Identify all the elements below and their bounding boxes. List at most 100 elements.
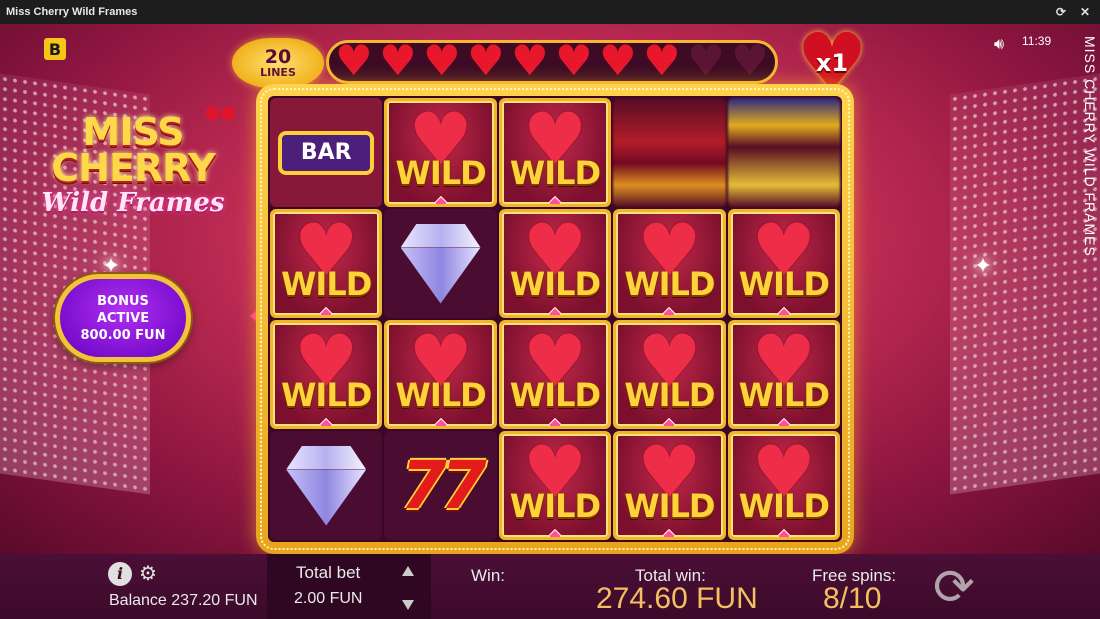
total-win-value: 274.60 FUN <box>596 582 758 615</box>
gem-icon <box>547 306 563 315</box>
bonus-active-badge[interactable]: BONUS ACTIVE 800.00 FUN <box>55 274 191 362</box>
gem-icon <box>776 306 791 315</box>
wild-label: WILD <box>281 265 372 303</box>
progress-heart-icon: ♥ <box>511 40 549 84</box>
progress-heart-icon: ♥ <box>555 40 593 84</box>
bet-decrease-icon[interactable] <box>402 600 414 610</box>
wild-symbol: ♥ WILD <box>270 320 383 429</box>
sparkle-icon: ✦ <box>973 254 993 279</box>
wild-symbol: ♥ WILD <box>384 320 497 429</box>
sevens-symbol: 77 <box>384 431 497 540</box>
wild-symbol: ♥ WILD <box>270 209 383 318</box>
close-icon[interactable]: ✕ <box>1080 4 1090 20</box>
wild-symbol: ♥ WILD <box>613 320 726 429</box>
gem-icon <box>547 417 563 426</box>
spinning-reel-cell <box>727 98 840 207</box>
wild-label: WILD <box>281 376 372 414</box>
gear-icon[interactable]: ⚙ <box>139 563 157 585</box>
gem-icon <box>547 528 563 537</box>
info-icon[interactable]: i <box>108 562 132 586</box>
diamond-symbol <box>384 209 497 318</box>
wild-symbol: ♥ WILD <box>498 431 612 540</box>
wild-label: WILD <box>624 265 715 303</box>
diamond-symbol <box>270 431 383 540</box>
reel-grid[interactable]: BAR ♥ WILD ♥ WILD ♥ WILD ♥ WILD ♥ WILD ♥ WILD ♥ WILD ♥ W… <box>268 96 842 542</box>
wild-symbol: ♥ WILD <box>727 209 840 318</box>
free-spins-value: 8/10 <box>823 582 882 615</box>
wild-label: WILD <box>395 154 487 192</box>
lines-count: 20 <box>264 45 292 68</box>
progress-heart-icon: ♥ <box>335 40 373 84</box>
gem-icon <box>319 306 334 315</box>
window-titlebar: Miss Cherry Wild Frames ⟳ ✕ <box>0 0 1100 24</box>
balance: Balance 237.20 FUN <box>109 592 258 609</box>
bottom-bar: i ⚙ Balance 237.20 FUN Total bet 2.00 FU… <box>0 554 1100 619</box>
wild-symbol: ♥ WILD <box>727 320 840 429</box>
progress-heart-icon: ♥ <box>643 40 681 84</box>
wild-label: WILD <box>509 154 601 192</box>
progress-heart-icon: ♥ <box>379 40 417 84</box>
gem-icon <box>547 195 563 204</box>
wild-label: WILD <box>624 376 715 414</box>
bonus-line-2: ACTIVE <box>96 310 150 326</box>
progress-heart-icon: ♥ <box>731 40 769 84</box>
bar-label: BAR <box>278 130 375 175</box>
gem-icon <box>433 417 448 426</box>
wild-label: WILD <box>738 487 830 525</box>
bonus-line-1: BONUS <box>97 293 149 309</box>
game-logo: ●● MISS CHERRY Wild Frames <box>28 102 238 218</box>
brand-logo-icon: B <box>44 38 66 60</box>
clock: 11:39 <box>1022 34 1052 48</box>
progress-heart-icon: ♥ <box>687 40 725 84</box>
logo-line-cherry: CHERRY <box>51 146 216 190</box>
gem-icon <box>776 528 791 537</box>
sevens-label: 77 <box>400 447 487 524</box>
spin-button[interactable]: ⟳ <box>924 562 984 614</box>
wild-label: WILD <box>509 376 601 414</box>
wild-symbol: ♥ WILD <box>613 209 726 318</box>
game-stage: ✦ ✦ B ●● MISS CHERRY Wild Frames BONUS A… <box>0 24 1100 554</box>
logo-line-wild-frames: Wild Frames <box>41 188 225 218</box>
total-bet-label: Total bet <box>296 563 361 582</box>
diamond-icon <box>276 445 376 526</box>
wild-symbol: ♥ WILD <box>727 431 840 540</box>
stage-light-right <box>950 73 1100 495</box>
bonus-amount: 800.00 FUN <box>80 327 166 343</box>
gem-icon <box>776 417 791 426</box>
progress-heart-icon: ♥ <box>599 40 637 84</box>
lines-label: LINES <box>260 65 296 79</box>
window-title: Miss Cherry Wild Frames <box>6 6 138 18</box>
refresh-window-icon[interactable]: ⟳ <box>1056 4 1066 20</box>
wild-label: WILD <box>395 376 487 414</box>
total-bet-value: 2.00 FUN <box>294 590 363 607</box>
progress-heart-icon: ♥ <box>423 40 461 84</box>
gem-icon <box>662 528 677 537</box>
wild-label: WILD <box>509 265 601 303</box>
wild-label: WILD <box>738 376 830 414</box>
wild-symbol: ♥ WILD <box>498 209 612 318</box>
wild-symbol: ♥ WILD <box>498 98 612 207</box>
wild-label: WILD <box>624 487 715 525</box>
wild-label: WILD <box>738 265 830 303</box>
gem-icon <box>433 195 448 204</box>
progress-heart-icon: ♥ <box>467 40 505 84</box>
hearts-progress-bar: ♥ ♥ ♥ ♥ ♥ ♥ ♥ ♥ ♥ ♥ <box>326 40 778 84</box>
wild-symbol: ♥ WILD <box>384 98 497 207</box>
wild-symbol: ♥ WILD <box>498 320 612 429</box>
diamond-icon <box>391 223 491 304</box>
vertical-game-title: MISS CHERRY WILD FRAMES <box>1082 36 1098 257</box>
wild-label: WILD <box>509 487 601 525</box>
multiplier-value: x1 <box>815 49 849 77</box>
hearts-fill: ♥ ♥ ♥ ♥ ♥ ♥ ♥ ♥ ♥ ♥ <box>333 40 771 84</box>
lines-badge: 20 LINES <box>232 38 324 88</box>
gem-icon <box>662 306 677 315</box>
cherry-icon: ●● <box>204 102 236 123</box>
win-label: Win: <box>471 566 505 585</box>
speaker-icon[interactable]: 🔊︎ <box>994 34 1004 54</box>
bet-increase-icon[interactable] <box>402 566 414 576</box>
spinning-reel-cell <box>613 98 726 207</box>
bar-symbol: BAR <box>270 98 383 207</box>
gem-icon <box>319 417 334 426</box>
reel-frame: BAR ♥ WILD ♥ WILD ♥ WILD ♥ WILD ♥ WILD ♥ WILD ♥ WILD ♥ W… <box>256 84 854 554</box>
wild-symbol: ♥ WILD <box>613 431 726 540</box>
